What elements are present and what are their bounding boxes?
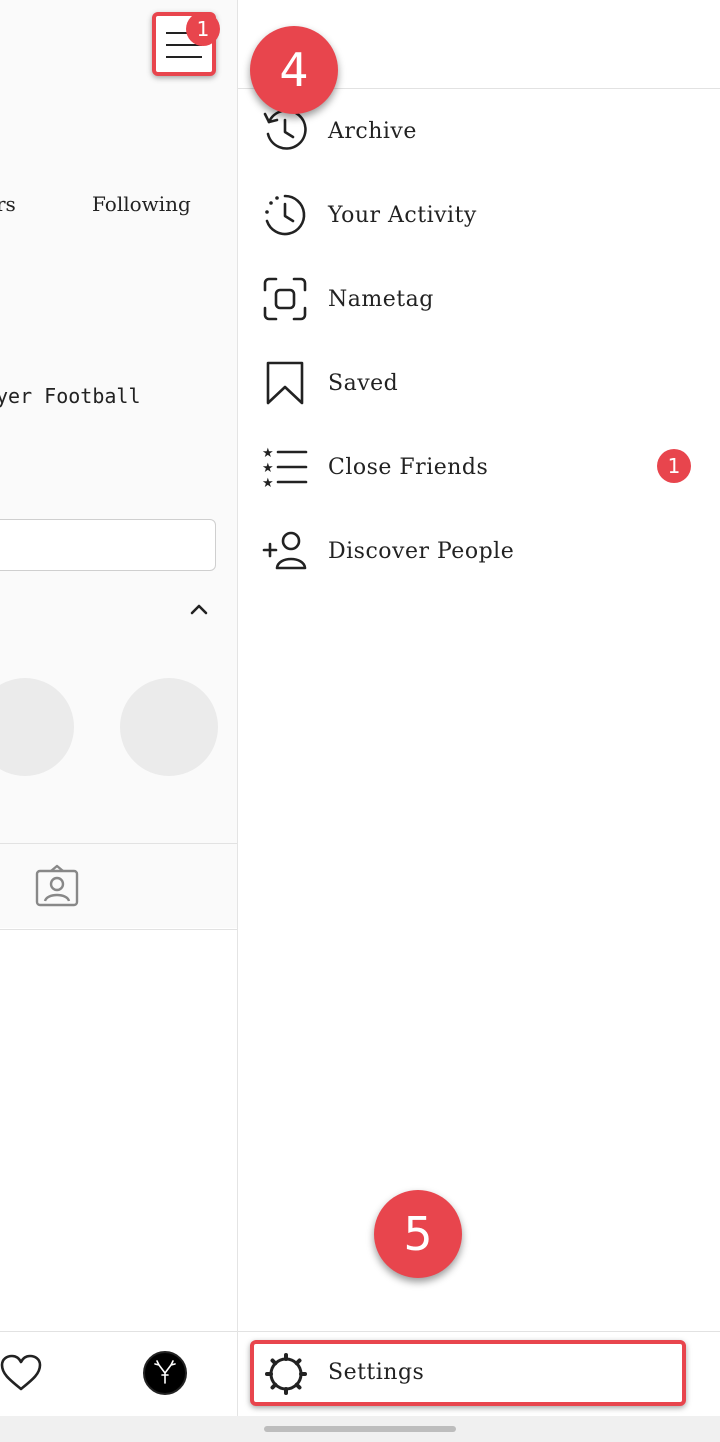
- svg-text:★: ★: [262, 476, 274, 490]
- following-label[interactable]: Following: [92, 192, 191, 216]
- profile-bio: yer Football: [0, 384, 141, 408]
- menu-item-label: Nametag: [328, 287, 434, 312]
- step-callout-5: 5: [374, 1190, 462, 1278]
- menu-item-saved[interactable]: Saved: [238, 342, 720, 426]
- tagged-photos-icon[interactable]: [34, 864, 80, 908]
- activity-clock-icon: [265, 194, 306, 236]
- followers-label[interactable]: rs: [0, 192, 16, 216]
- chevron-up-icon[interactable]: [188, 598, 210, 620]
- menu-item-discover-people[interactable]: Discover People: [238, 510, 720, 594]
- edit-profile-button[interactable]: [0, 519, 216, 571]
- gear-icon: [265, 1353, 307, 1395]
- step-callout-4: 4: [250, 26, 338, 114]
- menu-item-label: Discover People: [328, 539, 515, 564]
- archive-history-icon: [263, 109, 307, 150]
- menu-item-close-friends[interactable]: ★ ★ ★ Close Friends: [238, 426, 720, 510]
- settings-label: Settings: [328, 1360, 425, 1385]
- menu-item-label: Close Friends: [328, 455, 489, 480]
- menu-item-nametag[interactable]: Nametag: [238, 258, 720, 342]
- deer-logo-icon: [154, 1360, 176, 1384]
- menu-item-label: Saved: [328, 371, 399, 396]
- story-highlight[interactable]: [120, 678, 218, 776]
- close-friends-badge: 1: [657, 449, 691, 483]
- svg-text:★: ★: [262, 446, 274, 461]
- nametag-scan-icon: [263, 277, 307, 321]
- home-indicator[interactable]: [264, 1426, 456, 1432]
- menu-item-label: Archive: [328, 119, 417, 144]
- menu-notification-badge: 1: [186, 12, 220, 46]
- svg-text:★: ★: [262, 461, 274, 476]
- profile-avatar[interactable]: [143, 1351, 187, 1395]
- settings-button[interactable]: [250, 1340, 686, 1406]
- menu-item-label: Your Activity: [328, 203, 477, 228]
- add-person-icon: [262, 531, 307, 570]
- close-friends-list-icon: ★ ★ ★: [262, 446, 308, 490]
- posts-area: [0, 928, 237, 1331]
- menu-item-your-activity[interactable]: Your Activity: [238, 174, 720, 258]
- bookmark-icon: [266, 361, 304, 405]
- heart-icon[interactable]: [0, 1354, 42, 1392]
- hamburger-line: [166, 56, 202, 58]
